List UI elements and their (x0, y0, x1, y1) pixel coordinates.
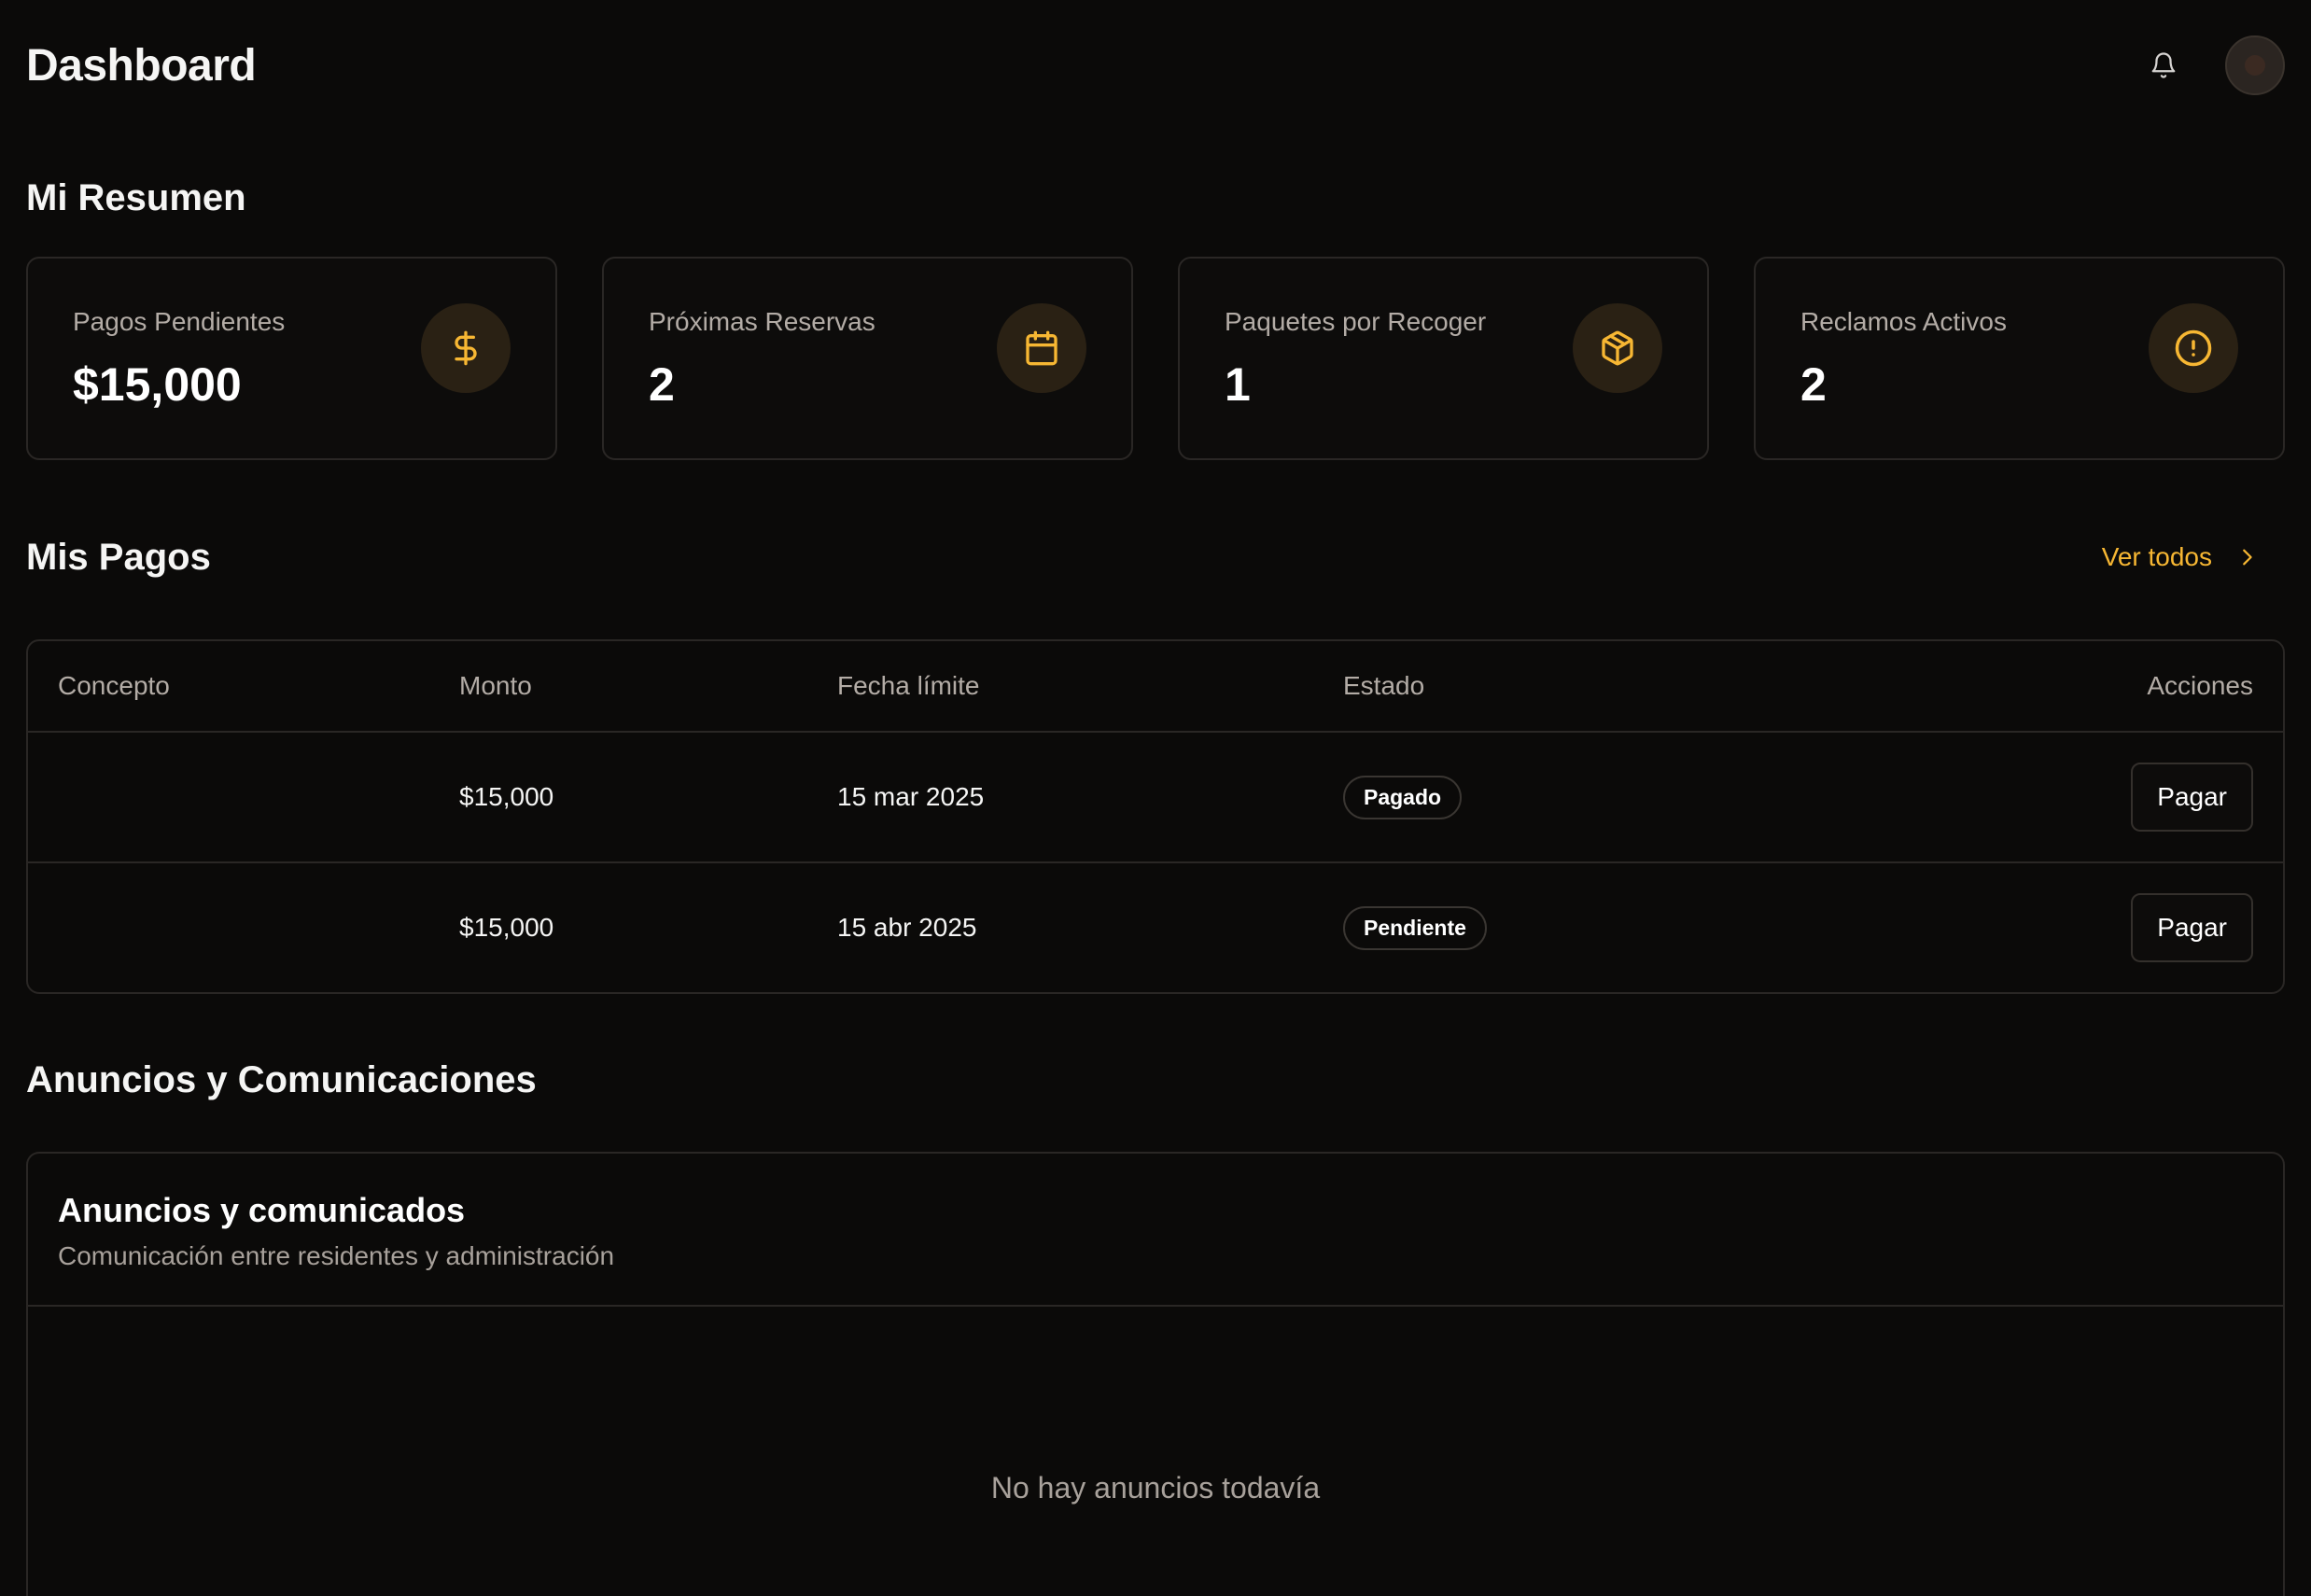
pay-button[interactable]: Pagar (2131, 893, 2253, 962)
stat-card-upcoming-reservations: Próximas Reservas 2 (602, 257, 1133, 460)
top-bar: Dashboard (26, 0, 2285, 131)
dashboard-page: Dashboard Mi Resumen Pagos Pendientes $1… (0, 0, 2311, 1596)
alert-circle-icon (2149, 303, 2238, 393)
announcements-card-title: Anuncios y comunicados (58, 1191, 466, 1229)
cell-due-date: 15 mar 2025 (836, 732, 1342, 863)
bell-icon[interactable] (2147, 49, 2180, 82)
stat-card-label: Pagos Pendientes (73, 307, 286, 336)
cell-due-date: 15 abr 2025 (837, 913, 977, 942)
stat-card-packages: Paquetes por Recoger 1 (1178, 257, 1709, 460)
cell-actions: Pagar (1801, 862, 2283, 992)
announcements-title: Anuncios y Comunicaciones (26, 1059, 537, 1100)
stat-card-pending-payments: Pagos Pendientes $15,000 (26, 257, 557, 460)
summary-title: Mi Resumen (26, 177, 246, 218)
pay-button[interactable]: Pagar (2131, 763, 2253, 832)
column-header-concept: Concepto (28, 641, 458, 733)
chevron-right-icon (2243, 549, 2252, 566)
see-all-link[interactable]: Ver todos (2102, 542, 2285, 572)
table-row: $15,000 15 mar 2025 Pagado Pagar (28, 732, 2283, 863)
stat-card-value: 2 (1800, 358, 1827, 411)
stat-card-value: 2 (649, 358, 675, 411)
avatar[interactable] (2225, 35, 2285, 95)
topbar-actions (2147, 35, 2285, 95)
column-header-amount: Monto (458, 641, 836, 733)
cell-amount: $15,000 (458, 732, 836, 863)
cell-status: Pagado (1342, 732, 1801, 863)
dollar-icon (421, 303, 511, 393)
cell-concept (28, 862, 458, 992)
stat-card-label: Reclamos Activos (1800, 307, 2007, 336)
stat-card-value: 1 (1225, 358, 1251, 411)
column-header-status: Estado (1342, 641, 1801, 733)
empty-state-message: No hay anuncios todavía (990, 1471, 1321, 1505)
announcements-card-subtitle: Comunicación entre residentes y administ… (58, 1241, 615, 1270)
see-all-label: Ver todos (2101, 542, 2212, 571)
avatar-image (2245, 55, 2265, 76)
column-header-due-date: Fecha límite (836, 641, 1342, 733)
stat-card-label: Paquetes por Recoger (1225, 307, 1487, 336)
status-badge: Pendiente (1343, 905, 1487, 950)
stat-card-label: Próximas Reservas (649, 307, 875, 336)
payments-table: Concepto Monto Fecha límite Estado Accio… (26, 639, 2285, 994)
status-badge: Pagado (1343, 775, 1463, 819)
table-row: $15,000 15 abr 2025 Pendiente Pagar (28, 862, 2283, 992)
cell-amount: $15,000 (459, 913, 554, 942)
cell-status: Pendiente (1342, 862, 1801, 992)
announcements-card-header: Anuncios y comunicados Comunicación entr… (28, 1154, 2283, 1307)
summary-cards: Pagos Pendientes $15,000 Próximas Reserv… (26, 257, 2285, 460)
stat-card-value: $15,000 (73, 358, 242, 411)
payments-title: Mis Pagos (26, 536, 211, 578)
cell-actions: Pagar (1800, 732, 2283, 863)
payments-header: Mis Pagos Ver todos (26, 529, 2285, 585)
calendar-icon (997, 303, 1086, 393)
stat-card-active-claims: Reclamos Activos 2 (1754, 257, 2285, 460)
cell-concept (28, 732, 458, 863)
column-header-actions: Acciones (1800, 641, 2283, 733)
table-header-row: Concepto Monto Fecha límite Estado Accio… (28, 641, 2283, 733)
page-title: Dashboard (26, 40, 257, 91)
announcements-card: Anuncios y comunicados Comunicación entr… (26, 1152, 2285, 1596)
package-icon (1573, 303, 1662, 393)
